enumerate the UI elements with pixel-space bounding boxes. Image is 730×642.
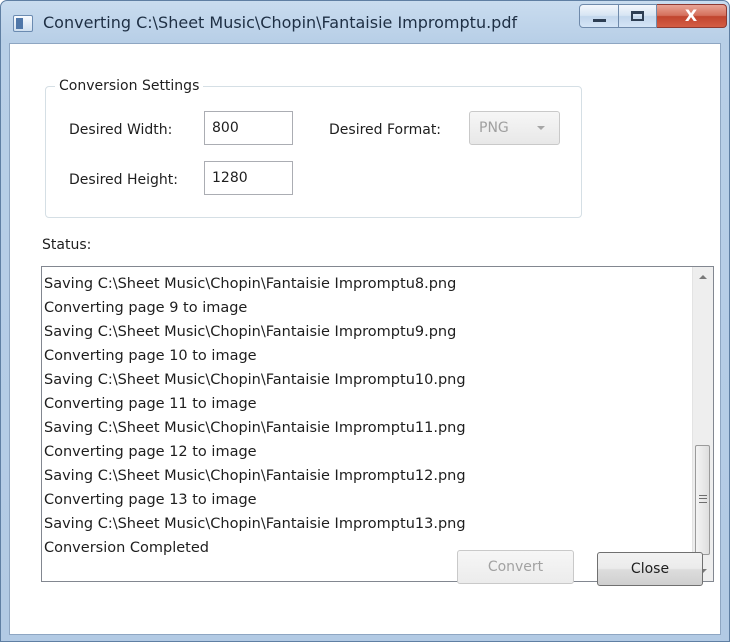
caption-buttons: X <box>579 4 727 30</box>
app-window-icon[interactable] <box>13 15 33 32</box>
convert-button[interactable]: Convert <box>457 550 574 584</box>
status-line: Conversion Completed <box>44 540 209 556</box>
scroll-up-icon[interactable] <box>693 267 713 287</box>
conversion-settings-frame: Conversion Settings Desired Width: Desir… <box>45 77 582 218</box>
window-close-button[interactable]: X <box>657 4 727 28</box>
status-line: Saving C:\Sheet Music\Chopin\Fantaisie I… <box>44 324 457 340</box>
status-label: Status: <box>42 237 92 253</box>
status-line: Converting page 10 to image <box>44 348 257 364</box>
conversion-settings-label: Conversion Settings <box>55 77 204 95</box>
status-line: Converting page 13 to image <box>44 492 257 508</box>
window-title: Converting C:\Sheet Music\Chopin\Fantais… <box>43 13 518 32</box>
status-line: Saving C:\Sheet Music\Chopin\Fantaisie I… <box>44 420 466 436</box>
title-bar[interactable]: Converting C:\Sheet Music\Chopin\Fantais… <box>1 1 729 43</box>
status-line: Converting page 9 to image <box>44 300 248 316</box>
desired-height-label: Desired Height: <box>69 172 178 188</box>
conversion-settings-group: Conversion Settings Desired Width: Desir… <box>45 77 582 218</box>
desired-height-input[interactable] <box>204 161 293 195</box>
status-line: Saving C:\Sheet Music\Chopin\Fantaisie I… <box>44 372 466 388</box>
desired-format-select[interactable]: PNG <box>469 111 560 145</box>
maximize-button[interactable] <box>619 4 657 28</box>
desired-format-value: PNG <box>479 120 509 136</box>
chevron-down-icon <box>537 126 545 130</box>
grip-icon <box>699 495 707 503</box>
desired-format-label: Desired Format: <box>329 122 442 138</box>
minimize-button[interactable] <box>579 4 619 28</box>
desired-width-label: Desired Width: <box>69 122 173 138</box>
status-lines: Saving C:\Sheet Music\Chopin\Fantaisie I… <box>44 272 684 560</box>
status-line: Saving C:\Sheet Music\Chopin\Fantaisie I… <box>44 468 466 484</box>
client-area: Conversion Settings Desired Width: Desir… <box>9 43 721 635</box>
status-line: Converting page 11 to image <box>44 396 257 412</box>
close-button[interactable]: Close <box>597 552 703 586</box>
scroll-thumb[interactable] <box>695 445 710 555</box>
status-log[interactable]: Saving C:\Sheet Music\Chopin\Fantaisie I… <box>41 266 714 582</box>
maximize-icon <box>631 11 644 21</box>
desired-width-input[interactable] <box>204 111 293 145</box>
minimize-icon <box>593 19 606 22</box>
conversion-window: Converting C:\Sheet Music\Chopin\Fantais… <box>0 0 730 642</box>
status-scrollbar[interactable] <box>692 267 713 581</box>
status-line: Converting page 12 to image <box>44 444 257 460</box>
status-line: Saving C:\Sheet Music\Chopin\Fantaisie I… <box>44 516 466 532</box>
close-icon: X <box>684 6 698 25</box>
status-line: Saving C:\Sheet Music\Chopin\Fantaisie I… <box>44 276 457 292</box>
